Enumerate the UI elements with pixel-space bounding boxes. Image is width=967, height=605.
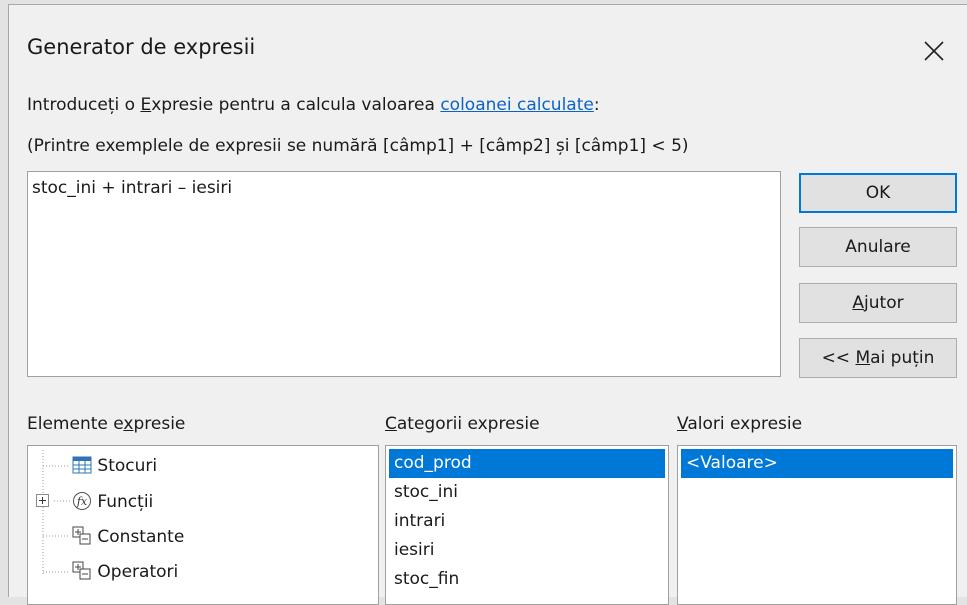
close-icon[interactable]	[914, 31, 954, 71]
intro-text: Introduceți o Expresie pentru a calcula …	[27, 95, 600, 115]
list-item[interactable]: intrari	[389, 507, 665, 536]
operators-icon	[72, 561, 91, 580]
list-item[interactable]: stoc_fin	[389, 565, 665, 594]
expression-elements-tree: Stocuri fx Funcții Constante Operatori	[27, 445, 379, 605]
expression-builder-dialog: Generator de expresii Introduceți o Expr…	[8, 4, 967, 605]
expression-values-list: <Valoare>	[677, 445, 957, 605]
cancel-button[interactable]: Anulare	[799, 227, 957, 267]
list-item[interactable]: stoc_ini	[389, 478, 665, 507]
constants-icon	[72, 526, 91, 545]
tree-item-label: Stocuri	[97, 456, 158, 476]
examples-hint: (Printre exemplele de expresii se numără…	[27, 136, 689, 156]
tree-item-stocuri[interactable]: Stocuri	[72, 456, 157, 476]
expression-values-label: Valori expresie	[677, 414, 803, 434]
expression-input[interactable]: stoc_ini + intrari – iesiri	[27, 171, 781, 377]
calculated-column-link[interactable]: coloanei calculate	[440, 95, 594, 115]
table-icon	[72, 456, 92, 474]
expression-categories-label: Categorii expresie	[385, 414, 540, 434]
tree-item-label: Funcții	[97, 492, 154, 512]
tree-item-operatori[interactable]: Operatori	[72, 561, 178, 582]
list-item[interactable]: cod_prod	[389, 449, 665, 478]
ok-button[interactable]: OK	[799, 173, 957, 213]
expression-categories-list: cod_prod stoc_ini intrari iesiri stoc_fi…	[385, 445, 669, 605]
tree-item-functii[interactable]: fx Funcții	[72, 491, 153, 512]
help-button[interactable]: Ajutor	[799, 283, 957, 323]
list-item[interactable]: iesiri	[389, 536, 665, 565]
tree-item-constante[interactable]: Constante	[72, 526, 184, 547]
svg-text:fx: fx	[76, 495, 88, 508]
dialog-title: Generator de expresii	[27, 35, 256, 59]
tree-item-label: Operatori	[97, 562, 179, 582]
less-button[interactable]: << Mai puțin	[799, 338, 957, 378]
list-item[interactable]: <Valoare>	[681, 449, 953, 478]
tree-item-label: Constante	[97, 527, 185, 547]
expression-elements-label: Elemente expresie	[27, 414, 186, 434]
function-icon: fx	[73, 492, 91, 510]
expand-plus-icon[interactable]	[36, 494, 50, 508]
title-bar: Generator de expresii	[9, 5, 967, 85]
